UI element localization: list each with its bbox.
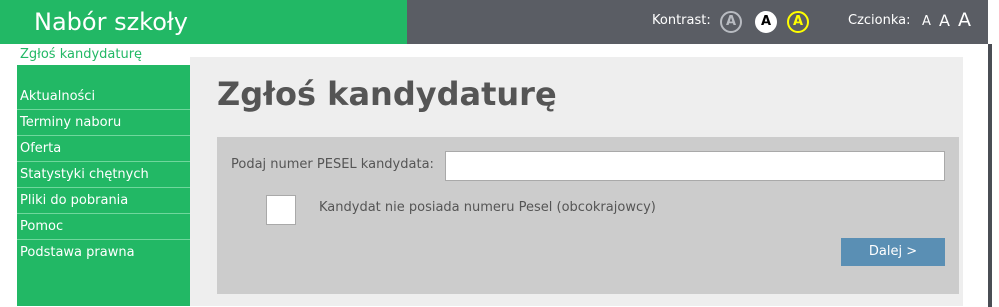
sidebar-item-oferta[interactable]: Oferta xyxy=(17,136,190,162)
sidebar-item-active[interactable]: Zgłoś kandydaturę xyxy=(17,44,190,65)
font-large-button[interactable]: A xyxy=(958,9,971,31)
pesel-label: Podaj numer PESEL kandydata: xyxy=(231,157,434,172)
font-medium-button[interactable]: A xyxy=(939,11,950,30)
next-button[interactable]: Dalej > xyxy=(841,238,945,266)
sidebar-item-pliki[interactable]: Pliki do pobrania xyxy=(17,188,190,214)
no-pesel-label: Kandydat nie posiada numeru Pesel (obcok… xyxy=(319,200,656,215)
font-size-label: Czcionka: xyxy=(848,13,911,28)
sidebar-item-podstawa[interactable]: Podstawa prawna xyxy=(17,240,190,266)
sidebar-item-pomoc[interactable]: Pomoc xyxy=(17,214,190,240)
page-title: Zgłoś kandydaturę xyxy=(217,75,557,113)
font-small-button[interactable]: A xyxy=(922,14,931,29)
site-title[interactable]: Nabór szkoły ponadgimnazjalne xyxy=(0,0,407,80)
pesel-input[interactable] xyxy=(445,151,945,181)
sidebar-item-statystyki[interactable]: Statystyki chętnych xyxy=(17,162,190,188)
scrollbar[interactable] xyxy=(988,44,992,307)
contrast-yellow-button[interactable]: A xyxy=(787,11,809,33)
no-pesel-checkbox[interactable] xyxy=(266,195,296,225)
contrast-label: Kontrast: xyxy=(652,13,711,28)
sidebar-item-terminy[interactable]: Terminy naboru xyxy=(17,110,190,136)
sidebar-item-aktualnosci[interactable]: Aktualności xyxy=(17,84,190,110)
contrast-high-button[interactable]: A xyxy=(755,11,777,33)
contrast-default-button[interactable]: A xyxy=(720,11,742,33)
